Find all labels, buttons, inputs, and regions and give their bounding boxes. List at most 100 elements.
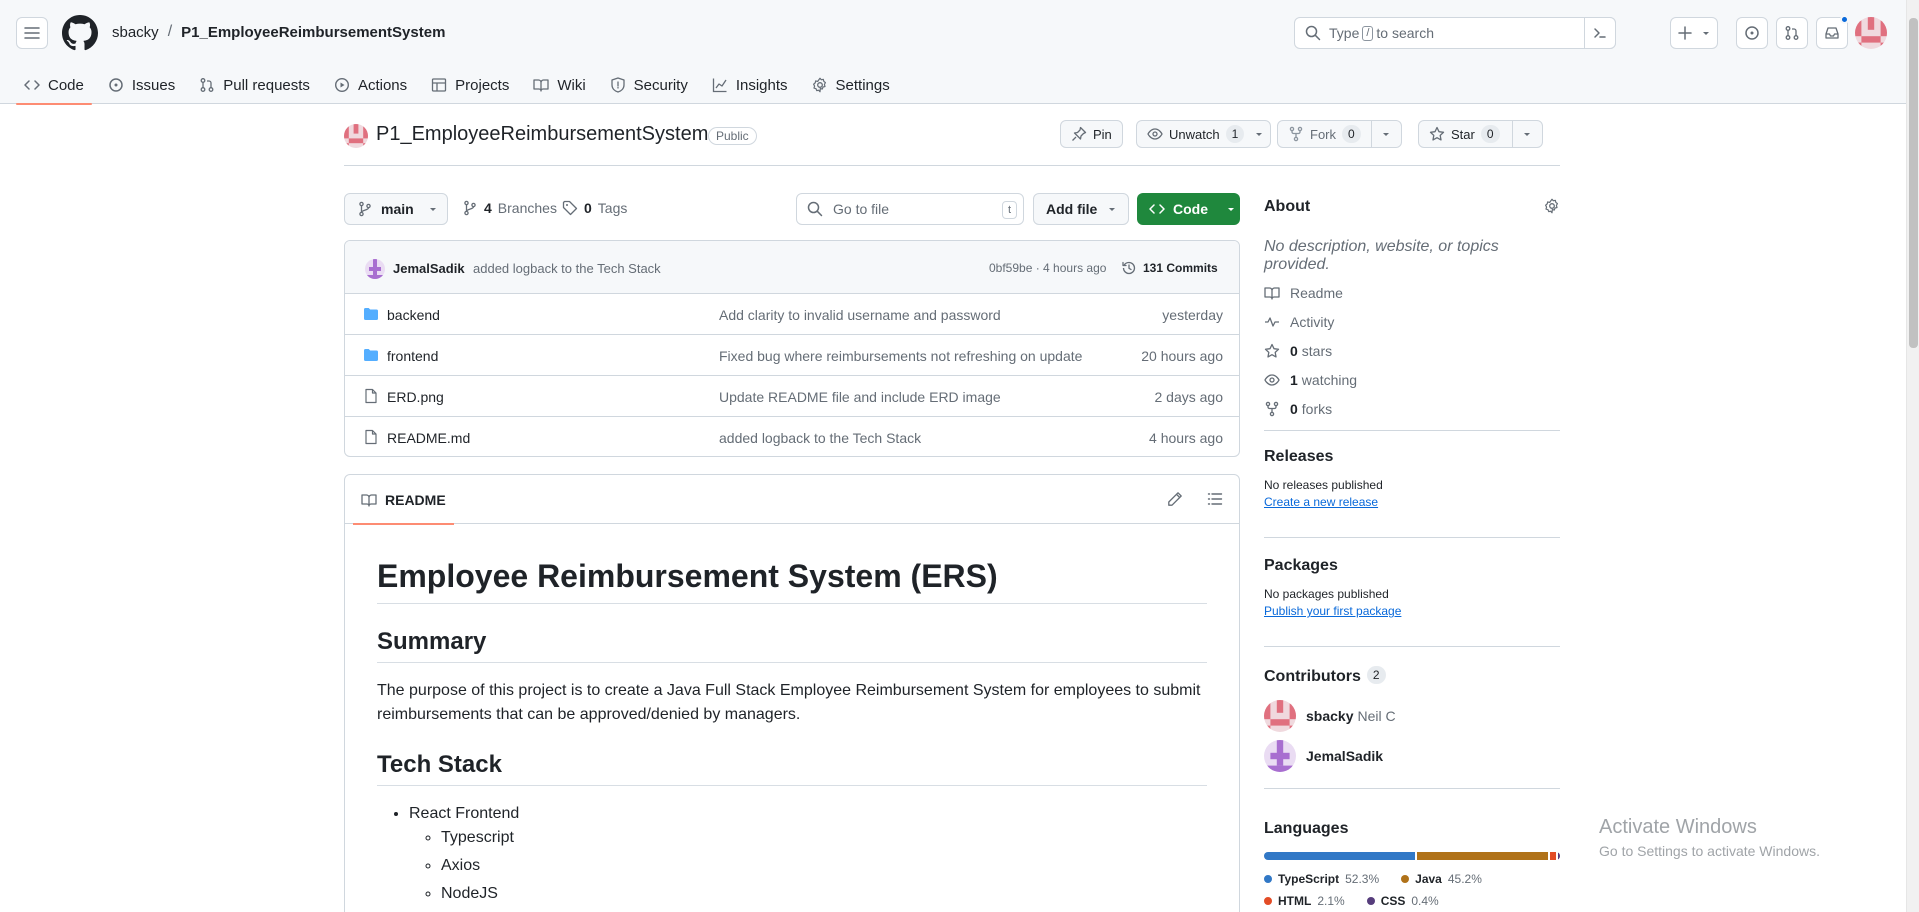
book-icon [361, 493, 377, 507]
language-item[interactable]: TypeScript 52.3% [1264, 868, 1379, 890]
language-item[interactable]: Java 45.2% [1401, 868, 1482, 890]
language-item[interactable]: HTML 2.1% [1264, 890, 1345, 912]
branch-select-button[interactable]: main [344, 193, 448, 225]
commit-message[interactable]: added logback to the Tech Stack [473, 261, 661, 276]
contributor-item[interactable]: JemalSadik [1264, 736, 1560, 776]
chevron-down-icon [429, 208, 436, 211]
language-bar-segment [1558, 852, 1560, 860]
eye-icon [1147, 128, 1163, 140]
tab-wiki[interactable]: Wiki [525, 66, 593, 104]
inbox-button[interactable] [1816, 15, 1849, 49]
file-commit-message[interactable]: added logback to the Tech Stack [719, 430, 921, 446]
contributor-item[interactable]: sbacky Neil C [1264, 696, 1560, 736]
language-item[interactable]: CSS 0.4% [1366, 890, 1439, 912]
commit-author-avatar[interactable] [365, 259, 385, 279]
breadcrumb-repo-link[interactable]: P1_EmployeeReimbursementSystem [181, 24, 445, 41]
tab-actions[interactable]: Actions [326, 66, 415, 104]
language-bar [1264, 852, 1560, 860]
file-row[interactable]: README.md added logback to the Tech Stac… [345, 417, 1239, 456]
scrollbar-thumb[interactable] [1909, 18, 1918, 348]
watching-link[interactable]: 1 watching [1264, 365, 1357, 394]
releases-section: Releases No releases published Create a … [1264, 448, 1383, 509]
branches-link[interactable]: 4 Branches [462, 200, 557, 216]
pin-button[interactable]: Pin [1060, 120, 1123, 148]
tab-settings[interactable]: Settings [804, 66, 898, 104]
breadcrumb-owner-link[interactable]: sbacky [112, 24, 159, 41]
pulse-icon [1265, 316, 1279, 327]
code-button[interactable]: Code [1137, 193, 1240, 225]
go-to-file-input[interactable]: Go to file t [796, 193, 1024, 225]
gear-icon[interactable] [1544, 198, 1560, 214]
command-palette-button[interactable] [1584, 17, 1616, 49]
outline-list-icon[interactable] [1207, 491, 1223, 507]
issue-icon [109, 78, 123, 92]
file-row[interactable]: ERD.png Update README file and include E… [345, 376, 1239, 417]
fork-button[interactable]: Fork 0 [1277, 120, 1402, 148]
create-new-button[interactable] [1670, 17, 1718, 49]
language-name: HTML [1278, 894, 1312, 908]
language-bar-segment [1549, 852, 1557, 860]
file-commit-message[interactable]: Update README file and include ERD image [719, 389, 1001, 405]
breadcrumb: sbacky / P1_EmployeeReimbursementSystem [112, 23, 445, 41]
branch-icon [359, 201, 371, 217]
file-name[interactable]: ERD.png [387, 389, 444, 405]
language-name: Java [1415, 872, 1442, 886]
pull-requests-button[interactable] [1776, 17, 1808, 49]
stars-link[interactable]: 0 stars [1264, 336, 1357, 365]
tab-settings-label: Settings [835, 76, 890, 94]
pencil-icon[interactable] [1167, 491, 1183, 507]
pull-request-icon [200, 78, 214, 92]
tab-projects-label: Projects [455, 76, 510, 94]
commit-hash-time[interactable]: 0bf59be · 4 hours ago [989, 261, 1106, 275]
star-dropdown[interactable] [1511, 121, 1542, 147]
user-avatar[interactable] [1855, 17, 1887, 49]
branch-icon [464, 200, 476, 216]
file-commit-message[interactable]: Fixed bug where reimbursements not refre… [719, 348, 1082, 364]
search-input[interactable]: Type / to search [1294, 17, 1616, 49]
file-name[interactable]: backend [387, 307, 440, 323]
commits-link[interactable]: 131 Commits [1121, 260, 1218, 276]
about-description: No description, website, or topics provi… [1264, 238, 1499, 273]
repo-owner-avatar[interactable] [344, 124, 368, 148]
fork-dropdown[interactable] [1370, 121, 1401, 147]
file-row[interactable]: frontend Fixed bug where reimbursements … [345, 335, 1239, 376]
tab-code[interactable]: Code [16, 66, 92, 105]
publish-package-link[interactable]: Publish your first package [1264, 604, 1401, 618]
tab-issues[interactable]: Issues [100, 66, 183, 104]
watch-dropdown[interactable] [1248, 129, 1270, 139]
table-icon [431, 78, 447, 92]
tab-insights[interactable]: Insights [704, 66, 796, 104]
readme-link[interactable]: Readme [1264, 278, 1357, 307]
chevron-down-icon [1703, 32, 1709, 35]
tags-link[interactable]: 0 Tags [562, 200, 627, 216]
issues-button[interactable] [1736, 17, 1768, 49]
divider [1264, 646, 1560, 647]
watermark-title: Activate Windows [1599, 816, 1757, 838]
identicon-avatar-icon [1855, 17, 1887, 49]
star-button[interactable]: Star 0 [1418, 120, 1543, 148]
github-logo-icon[interactable] [62, 15, 98, 51]
packages-heading[interactable]: Packages [1264, 557, 1338, 574]
readme-tab[interactable]: README [353, 475, 454, 525]
file-commit-message[interactable]: Add clarity to invalid username and pass… [719, 307, 1001, 323]
releases-heading[interactable]: Releases [1264, 448, 1333, 465]
search-prefix: Type [1329, 25, 1360, 41]
tab-projects[interactable]: Projects [423, 66, 517, 104]
forks-link[interactable]: 0 forks [1264, 394, 1357, 423]
repo-name[interactable]: P1_EmployeeReimbursementSystem [376, 123, 708, 146]
file-row[interactable]: backend Add clarity to invalid username … [345, 294, 1239, 335]
contributors-heading[interactable]: Contributors [1264, 668, 1361, 685]
file-name[interactable]: frontend [387, 348, 438, 364]
watermark-subtitle: Go to Settings to activate Windows. [1599, 843, 1820, 859]
tab-pull-requests[interactable]: Pull requests [191, 66, 318, 104]
file-name[interactable]: README.md [387, 430, 470, 446]
commit-author[interactable]: JemalSadik [393, 261, 465, 276]
tags-label: Tags [597, 200, 628, 216]
activity-link[interactable]: Activity [1264, 307, 1357, 336]
tab-security[interactable]: Security [602, 66, 696, 104]
page-scrollbar[interactable] [1906, 0, 1919, 912]
watch-button[interactable]: Unwatch 1 [1136, 120, 1272, 148]
create-release-link[interactable]: Create a new release [1264, 495, 1378, 509]
add-file-button[interactable]: Add file [1033, 193, 1129, 225]
hamburger-menu-button[interactable] [16, 17, 48, 49]
